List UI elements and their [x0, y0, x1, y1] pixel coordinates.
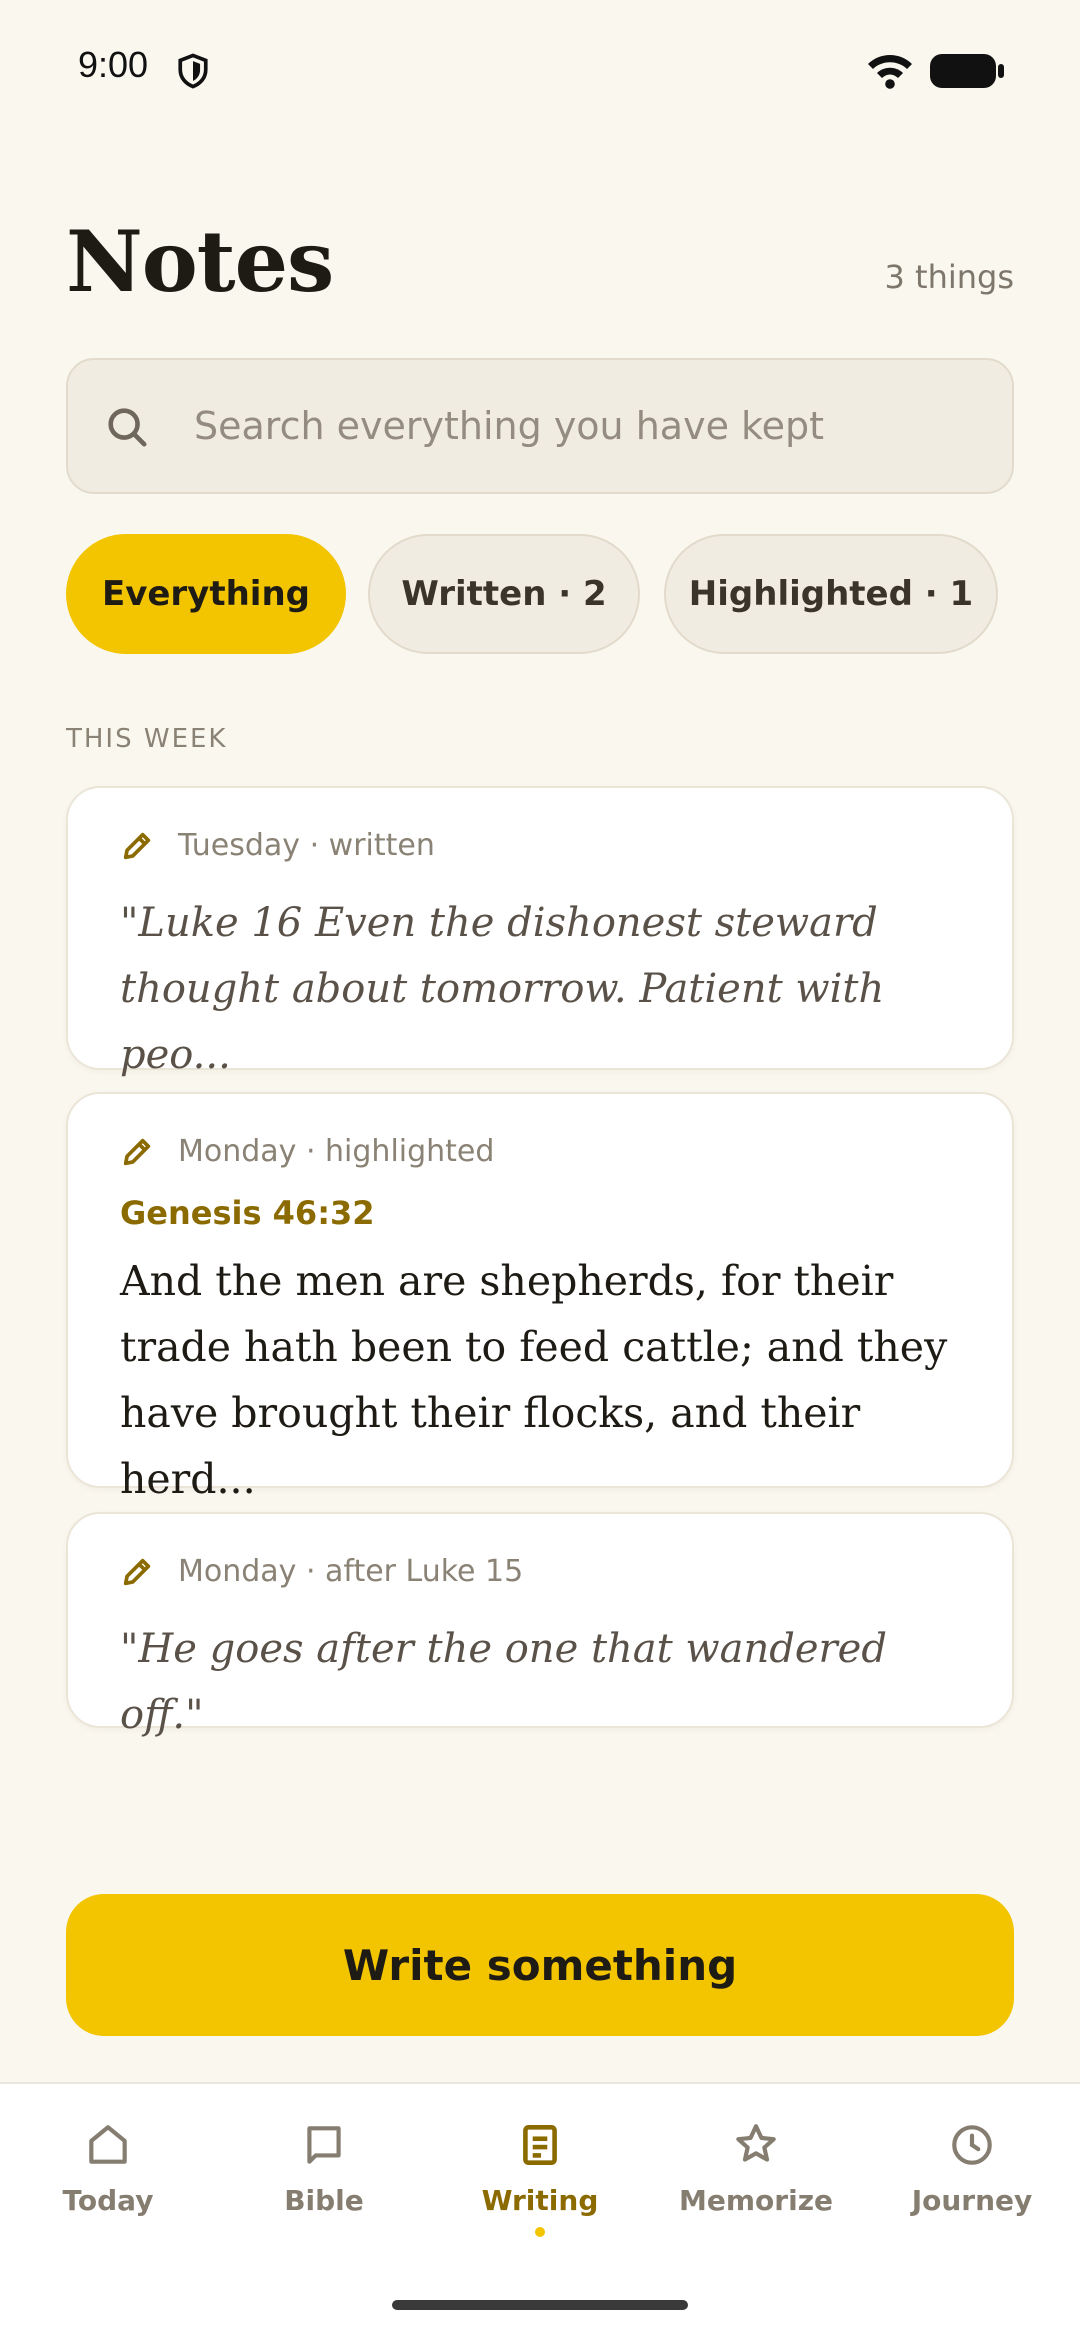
wifi-icon [868, 55, 912, 89]
nav-item-today[interactable]: Today [8, 2116, 208, 2256]
home-indicator[interactable] [392, 2300, 688, 2310]
write-something-button[interactable]: Write something [66, 1894, 1014, 2036]
note-meta-text: Tuesday · written [178, 828, 435, 863]
note-card[interactable]: Monday · highlighted Genesis 46:32 And t… [66, 1092, 1014, 1503]
section-label: THIS WEEK [66, 724, 228, 754]
note-card[interactable]: Tuesday · written "Luke 16 Even the dish… [66, 786, 1014, 1078]
nav-item-memorize[interactable]: Memorize [656, 2116, 856, 2256]
note-text: "He goes after the one that wandered off… [120, 1626, 887, 1738]
note-meta: Monday · highlighted [120, 1134, 494, 1169]
filter-chip-highlighted[interactable]: Highlighted · 1 [664, 534, 998, 654]
nav-label: Writing [481, 2184, 599, 2217]
nav-label: Bible [284, 2184, 364, 2217]
search-bar[interactable] [66, 358, 1014, 494]
shield-icon [178, 53, 208, 89]
nav-label: Memorize [679, 2184, 833, 2217]
star-icon [736, 2124, 776, 2162]
pencil-icon [123, 832, 151, 859]
status-time: 9:00 [78, 44, 149, 85]
filter-chip-everything[interactable]: Everything [66, 534, 346, 654]
book-icon [307, 2126, 341, 2164]
note-meta: Tuesday · written [120, 828, 435, 863]
active-indicator-dot [535, 2227, 545, 2237]
note-text: And the men are shepherds, for their tra… [120, 1257, 948, 1503]
note-text: "Luke 16 Even the dishonest steward thou… [120, 900, 885, 1078]
notes-count: 3 things [884, 258, 1014, 296]
note-card[interactable]: Monday · after Luke 15 "He goes after th… [66, 1512, 1014, 1738]
search-input[interactable] [194, 394, 974, 458]
verse-reference: Genesis 46:32 [120, 1194, 375, 1232]
note-meta-text: Monday · after Luke 15 [178, 1554, 524, 1589]
note-meta: Monday · after Luke 15 [120, 1554, 523, 1589]
status-bar: 9:00 [0, 0, 1080, 140]
nav-item-writing[interactable]: Writing [440, 2116, 640, 2256]
pencil-icon [123, 1138, 151, 1165]
document-icon [523, 2125, 557, 2165]
home-icon [89, 2125, 127, 2164]
page-title: Notes [66, 212, 334, 311]
battery-icon [930, 54, 1004, 88]
nav-label: Today [62, 2184, 154, 2217]
filter-chip-written[interactable]: Written · 2 [368, 534, 640, 654]
note-meta-text: Monday · highlighted [178, 1134, 495, 1169]
nav-item-bible[interactable]: Bible [224, 2116, 424, 2256]
nav-item-journey[interactable]: Journey [872, 2116, 1072, 2256]
nav-label: Journey [911, 2184, 1033, 2217]
search-icon [108, 408, 147, 447]
pencil-icon [123, 1558, 151, 1585]
clock-icon [952, 2125, 992, 2165]
